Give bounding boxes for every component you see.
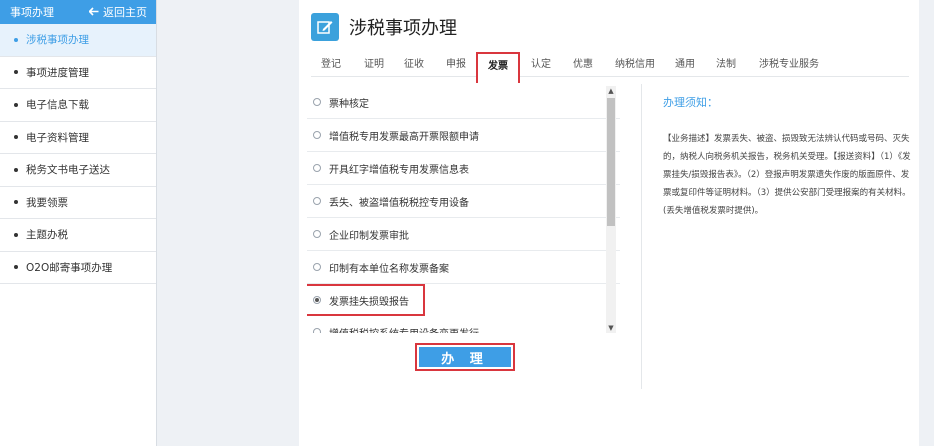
option-red-invoice-info[interactable]: 开具红字增值税专用发票信息表 — [307, 152, 620, 185]
bullet-icon — [14, 200, 18, 205]
sidebar-menu: 涉税事项办理 事项进度管理 电子信息下载 电子资料管理 税务文书电子送达 我要领… — [0, 24, 156, 284]
edit-icon — [311, 13, 339, 41]
scroll-up-icon[interactable]: ▲ — [606, 86, 616, 96]
notice-panel: 办理须知： 【业务描述】发票丢失、被盗、损毁致无法辨认代码或号码、灭失的，纳税人… — [663, 94, 913, 220]
sidebar-header: 事项办理 返回主页 — [0, 0, 156, 24]
page-title: 涉税事项办理 — [349, 18, 457, 39]
back-home-label: 返回主页 — [103, 6, 147, 19]
tab-tax-credit[interactable]: 纳税信用 — [615, 55, 655, 77]
option-list: 票种核定 增值税专用发票最高开票限额申请 开具红字增值税专用发票信息表 丢失、被… — [307, 86, 620, 333]
submit-highlight: 办 理 — [415, 343, 515, 371]
radio-button[interactable] — [313, 328, 321, 333]
sidebar-item-tax-matters[interactable]: 涉税事项办理 — [0, 24, 156, 57]
sidebar-item-e-delivery[interactable]: 税务文书电子送达 — [0, 154, 156, 187]
panel-divider — [641, 84, 642, 389]
sidebar-item-download[interactable]: 电子信息下载 — [0, 89, 156, 122]
bullet-icon — [14, 135, 18, 140]
option-ticket-type-approval[interactable]: 票种核定 — [307, 86, 620, 119]
tab-registration[interactable]: 登记 — [321, 55, 341, 77]
sidebar-item-documents[interactable]: 电子资料管理 — [0, 122, 156, 154]
back-arrow-icon — [89, 7, 99, 16]
option-named-invoice-filing[interactable]: 印制有本单位名称发票备案 — [307, 251, 620, 284]
option-max-invoice-limit[interactable]: 增值税专用发票最高开票限额申请 — [307, 119, 620, 152]
bullet-icon — [14, 37, 18, 42]
main-panel: 涉税事项办理 登记 证明 征收 申报 发票 认定 优惠 纳税信用 通用 法制 涉… — [299, 0, 919, 446]
radio-button[interactable] — [313, 98, 321, 106]
option-device-change-issuance[interactable]: 增值税税控系统专用设备变更发行 — [307, 316, 620, 333]
tab-declaration[interactable]: 申报 — [446, 55, 466, 77]
back-home-link[interactable]: 返回主页 — [89, 4, 147, 20]
sidebar-item-progress[interactable]: 事项进度管理 — [0, 57, 156, 89]
sidebar: 事项办理 返回主页 涉税事项办理 事项进度管理 电子信息下载 电子资料管理 税务… — [0, 0, 157, 446]
radio-button[interactable] — [313, 263, 321, 271]
tab-legal[interactable]: 法制 — [716, 55, 736, 77]
tab-certificate[interactable]: 证明 — [364, 55, 384, 77]
scroll-down-icon[interactable]: ▼ — [606, 323, 616, 333]
scroll-thumb[interactable] — [607, 98, 615, 226]
bullet-icon — [14, 265, 18, 270]
radio-button[interactable] — [313, 131, 321, 139]
radio-button[interactable] — [313, 164, 321, 172]
tab-invoice[interactable]: 发票 — [476, 52, 520, 83]
radio-button-checked[interactable] — [313, 296, 321, 304]
tab-preference[interactable]: 优惠 — [573, 55, 593, 77]
tab-recognition[interactable]: 认定 — [531, 55, 551, 77]
tab-general[interactable]: 通用 — [675, 55, 695, 77]
handle-button[interactable]: 办 理 — [419, 347, 511, 367]
notice-title: 办理须知： — [663, 96, 718, 109]
bullet-icon — [14, 70, 18, 75]
bullet-icon — [14, 232, 18, 237]
bullet-icon — [14, 102, 18, 107]
tab-collection[interactable]: 征收 — [404, 55, 424, 77]
sidebar-item-theme-tax[interactable]: 主题办税 — [0, 219, 156, 252]
option-invoice-printing-approval[interactable]: 企业印制发票审批 — [307, 218, 620, 251]
tab-professional-service[interactable]: 涉税专业服务 — [759, 55, 819, 77]
sidebar-item-o2o-mail[interactable]: O2O邮寄事项办理 — [0, 252, 156, 284]
option-lost-tax-device[interactable]: 丢失、被盗增值税税控专用设备 — [307, 185, 620, 218]
sidebar-item-get-invoice[interactable]: 我要领票 — [0, 187, 156, 219]
radio-button[interactable] — [313, 197, 321, 205]
page-header: 涉税事项办理 — [311, 13, 457, 41]
tab-bar: 登记 证明 征收 申报 发票 认定 优惠 纳税信用 通用 法制 涉税专业服务 — [311, 52, 909, 83]
notice-body: 【业务描述】发票丢失、被盗、损毁致无法辨认代码或号码、灭失的，纳税人向税务机关报… — [663, 134, 911, 216]
radio-button[interactable] — [313, 230, 321, 238]
sidebar-title: 事项办理 — [10, 6, 54, 19]
list-scrollbar[interactable]: ▲ ▼ — [606, 86, 616, 333]
bullet-icon — [14, 167, 18, 172]
option-invoice-loss-report[interactable]: 发票挂失损毁报告 — [307, 284, 425, 316]
